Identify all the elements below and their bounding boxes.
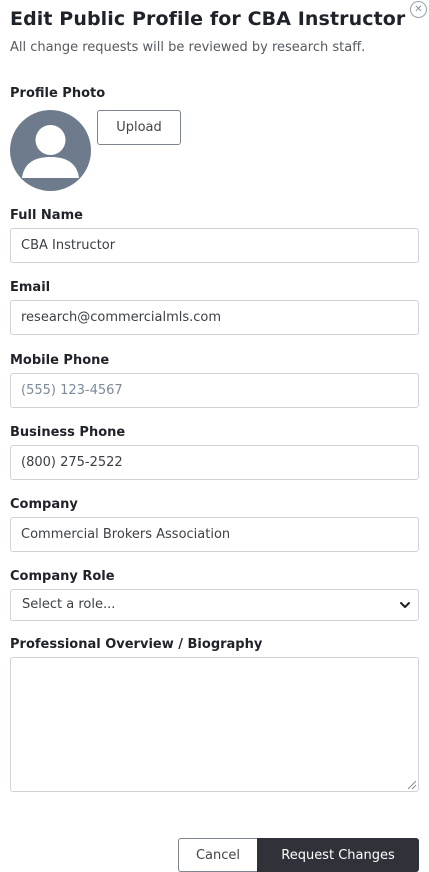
business-phone-label: Business Phone xyxy=(10,425,126,440)
email-label: Email xyxy=(10,280,51,295)
profile-photo-label: Profile Photo xyxy=(10,86,106,101)
full-name-input[interactable] xyxy=(10,228,419,263)
cancel-button[interactable]: Cancel xyxy=(178,838,257,872)
chevron-down-icon xyxy=(400,602,410,608)
close-icon[interactable]: ✕ xyxy=(410,1,427,18)
company-label: Company xyxy=(10,497,78,512)
mobile-phone-input[interactable] xyxy=(10,373,419,408)
email-input[interactable] xyxy=(10,300,419,335)
user-avatar-icon xyxy=(22,125,79,178)
mobile-phone-label: Mobile Phone xyxy=(10,353,110,368)
full-name-label: Full Name xyxy=(10,208,83,223)
dialog-title: Edit Public Profile for CBA Instructor xyxy=(10,8,406,30)
edit-profile-dialog: Edit Public Profile for CBA Instructor ✕… xyxy=(0,0,429,872)
company-role-selected: Select a role... xyxy=(22,597,116,612)
request-changes-button[interactable]: Request Changes xyxy=(257,838,419,872)
avatar xyxy=(10,110,91,191)
business-phone-input[interactable] xyxy=(10,445,419,480)
upload-photo-button[interactable]: Upload xyxy=(97,110,181,145)
company-role-label: Company Role xyxy=(10,569,115,584)
biography-label: Professional Overview / Biography xyxy=(10,637,263,652)
dialog-subtitle: All change requests will be reviewed by … xyxy=(10,40,366,55)
company-role-select[interactable]: Select a role... xyxy=(10,589,419,621)
company-input[interactable] xyxy=(10,517,419,552)
biography-textarea[interactable] xyxy=(10,657,419,792)
resize-handle-icon[interactable] xyxy=(406,779,417,790)
